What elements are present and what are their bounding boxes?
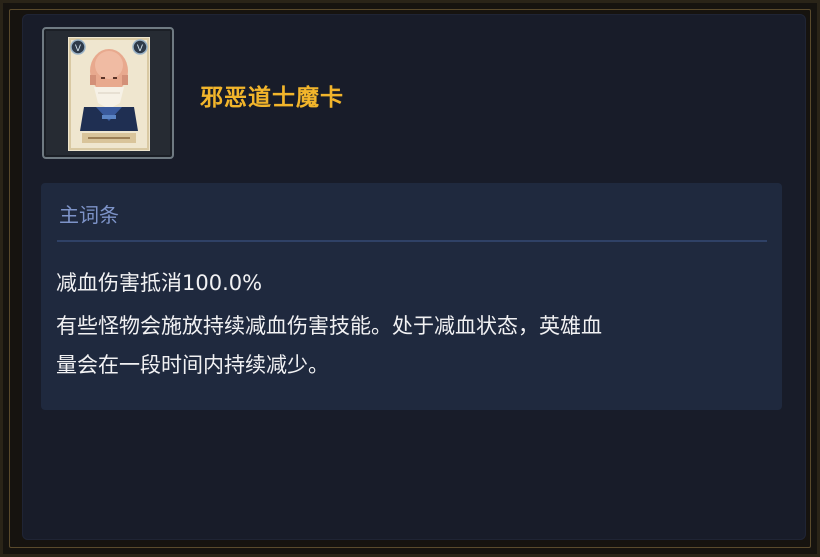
evil-taoist-card-icon: V V <box>68 37 150 151</box>
main-affix-section: 主词条 减血伤害抵消100.0% 有些怪物会施放持续减血伤害技能。处于减血状态，… <box>41 183 782 410</box>
affix-description-line-1: 有些怪物会施放持续减血伤害技能。处于减血状态，英雄血 <box>56 314 602 338</box>
item-name: 邪恶道士魔卡 <box>200 85 344 111</box>
svg-text:V: V <box>137 44 144 54</box>
affix-description-line-2: 量会在一段时间内持续减少。 <box>56 353 329 377</box>
item-icon-slot: V V <box>42 27 174 159</box>
affix-effect: 减血伤害抵消100.0% <box>56 271 263 295</box>
divider <box>57 240 767 242</box>
affix-header: 主词条 <box>59 203 119 227</box>
svg-text:V: V <box>75 44 82 54</box>
